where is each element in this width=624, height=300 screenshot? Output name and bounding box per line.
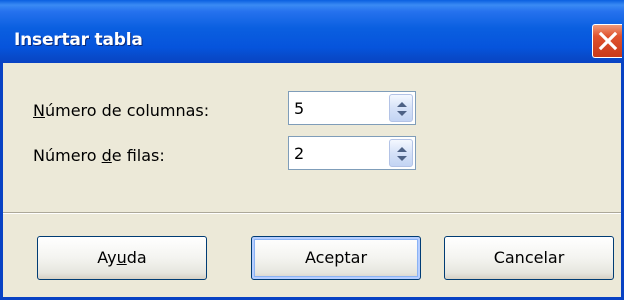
columns-spinner[interactable] [288,91,416,125]
dialog-window: Insertar tabla Número de columnas: Númer… [0,0,624,300]
help-button[interactable]: Ayuda [37,236,207,280]
cancel-button[interactable]: Cancelar [444,236,614,280]
close-button[interactable] [592,24,622,58]
columns-label: Número de columnas: [33,101,210,120]
rows-label: Número de filas: [33,146,165,165]
divider [3,212,621,214]
title-bar[interactable]: Insertar tabla [0,0,624,63]
close-x-icon [598,31,618,51]
dialog-title: Insertar tabla [14,30,143,50]
rows-input[interactable] [292,140,390,166]
rows-spinner[interactable] [288,136,416,170]
columns-spin-arrows[interactable] [389,94,413,122]
rows-spin-arrows[interactable] [389,139,413,167]
spin-updown-icon [397,102,407,116]
spin-updown-icon [397,147,407,161]
columns-input[interactable] [292,95,390,121]
ok-button[interactable]: Aceptar [251,236,421,280]
